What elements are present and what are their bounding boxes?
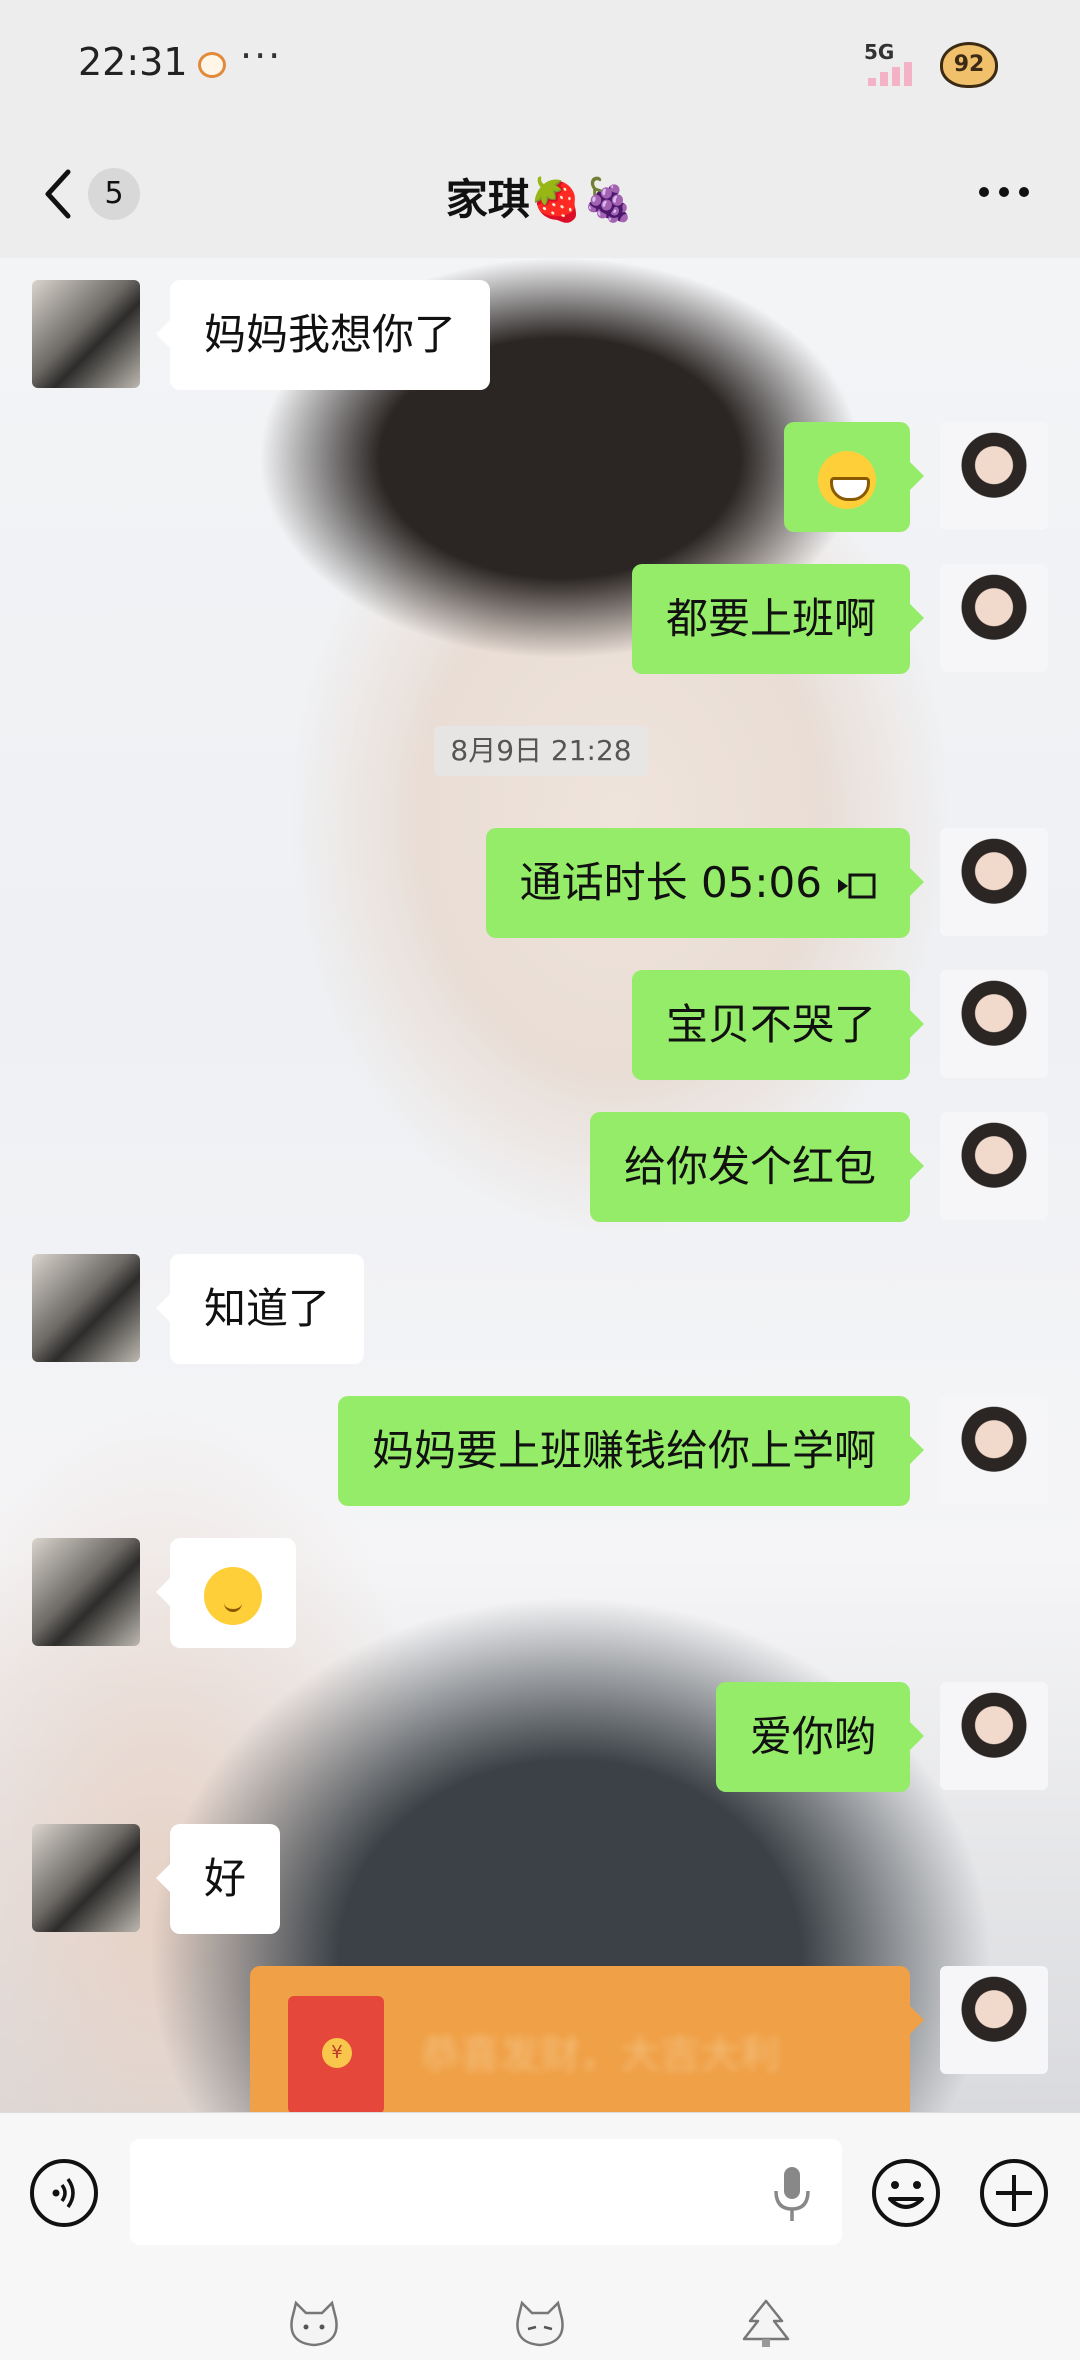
cat-sticker-icon[interactable] xyxy=(286,2299,342,2349)
self-avatar[interactable] xyxy=(940,828,1048,936)
notification-icon xyxy=(198,52,226,78)
signal-icon xyxy=(868,62,912,86)
message-input[interactable] xyxy=(130,2139,842,2245)
emoji-button-icon[interactable] xyxy=(870,2157,942,2229)
message-bubble-sent[interactable]: 爱你哟 xyxy=(715,1682,925,1792)
red-packet-message[interactable]: ¥ 恭喜发财，大吉大利 xyxy=(250,1966,924,2112)
message-bubble-sent[interactable] xyxy=(784,422,924,532)
call-duration-text: 通话时长 05:06 xyxy=(519,858,822,907)
cat-face-sticker-icon[interactable] xyxy=(512,2299,568,2349)
grin-emoji-icon xyxy=(818,450,876,509)
video-call-icon xyxy=(838,873,876,898)
message-bubble-received[interactable]: 妈妈我想你了 xyxy=(155,280,491,390)
status-bar: 22:31 ··· 5G 92 xyxy=(0,0,1080,130)
more-options-icon[interactable] xyxy=(974,172,1034,212)
contact-avatar[interactable] xyxy=(32,1824,140,1932)
message-bubble-sent[interactable]: 宝贝不哭了 xyxy=(631,970,925,1080)
message-bubble-sent[interactable]: 都要上班啊 xyxy=(631,564,925,674)
shy-smile-emoji-icon xyxy=(204,1566,262,1625)
call-record-bubble[interactable]: 通话时长 05:06 xyxy=(485,828,925,938)
red-packet-coin-icon: ¥ xyxy=(322,2038,352,2068)
chat-header: 5 家琪🍓🍇 xyxy=(0,130,1080,258)
message-timestamp: 8月9日 21:28 xyxy=(434,726,648,776)
chat-title: 家琪🍓🍇 xyxy=(445,175,635,224)
red-packet-icon: ¥ xyxy=(288,1996,384,2112)
self-avatar[interactable] xyxy=(940,1112,1048,1220)
self-avatar[interactable] xyxy=(940,1396,1048,1504)
chat-message-list[interactable]: 妈妈我想你了 都要上班啊 8月9日 21:28 通话时长 05:06 宝贝不哭了… xyxy=(0,258,1080,2112)
self-avatar[interactable] xyxy=(940,1966,1048,2074)
red-packet-greeting: 恭喜发财，大吉大利 xyxy=(420,2032,780,2078)
message-bubble-received[interactable]: 知道了 xyxy=(155,1254,365,1364)
self-avatar[interactable] xyxy=(940,970,1048,1078)
voice-input-icon[interactable] xyxy=(28,2157,100,2229)
input-bar xyxy=(0,2112,1080,2360)
network-type: 5G xyxy=(864,40,895,64)
self-avatar[interactable] xyxy=(940,422,1048,530)
status-time: 22:31 xyxy=(78,40,188,84)
battery-icon: 92 xyxy=(940,42,998,88)
self-avatar[interactable] xyxy=(940,1682,1048,1790)
status-more-icon: ··· xyxy=(240,34,283,78)
tree-sticker-icon[interactable] xyxy=(738,2299,794,2349)
contact-avatar[interactable] xyxy=(32,280,140,388)
message-bubble-received[interactable]: 好 xyxy=(155,1824,281,1934)
microphone-icon[interactable] xyxy=(770,2163,814,2225)
message-bubble-sent[interactable]: 给你发个红包 xyxy=(589,1112,925,1222)
contact-avatar[interactable] xyxy=(32,1254,140,1362)
contact-avatar[interactable] xyxy=(32,1538,140,1646)
plus-menu-icon[interactable] xyxy=(978,2157,1050,2229)
self-avatar[interactable] xyxy=(940,564,1048,672)
message-bubble-received[interactable] xyxy=(156,1538,296,1648)
message-bubble-sent[interactable]: 妈妈要上班赚钱给你上学啊 xyxy=(337,1396,925,1506)
